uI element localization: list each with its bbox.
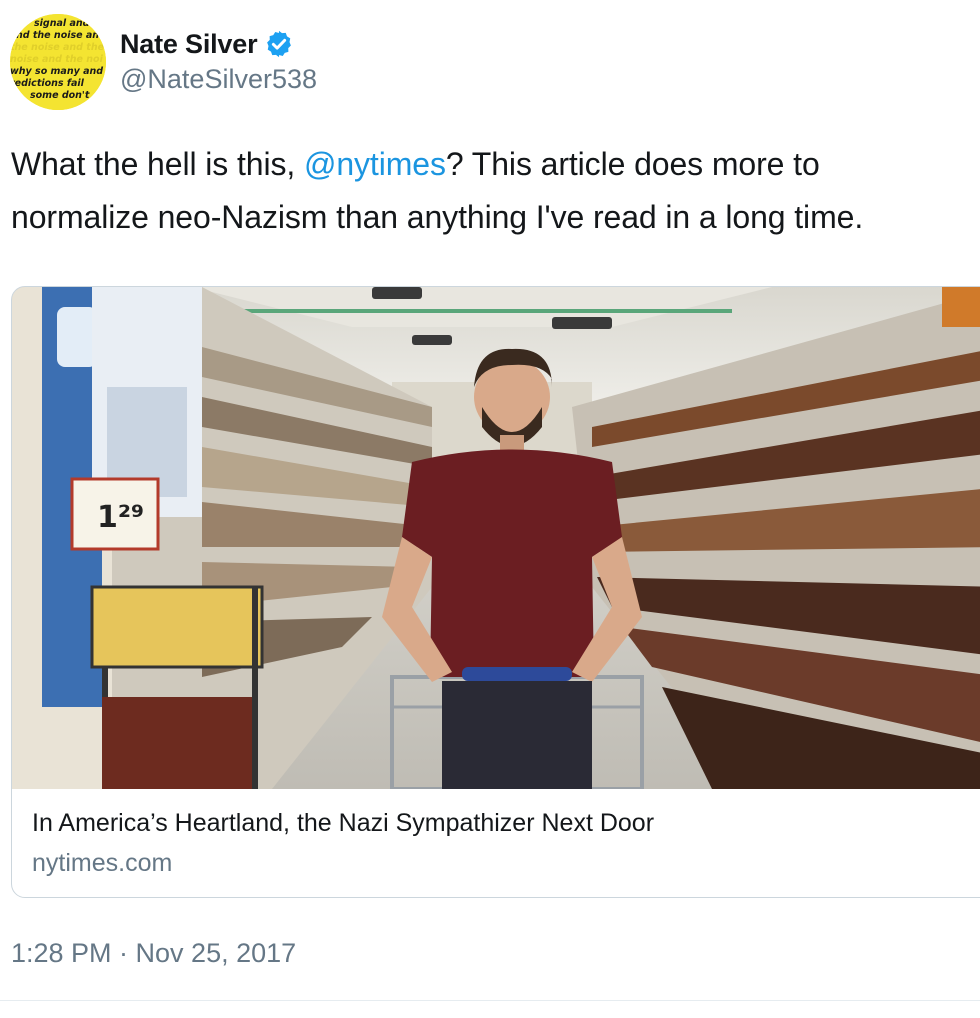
avatar-text-line: nd the noise and xyxy=(16,30,106,41)
avatar-text-line: some don't xyxy=(30,90,90,101)
price-tag: 1²⁹ xyxy=(97,500,144,535)
avatar-text-line: signal and xyxy=(34,18,90,29)
verified-badge-icon xyxy=(264,29,294,59)
name-row: Nate Silver xyxy=(120,26,294,62)
link-card[interactable]: 1²⁹ In America’s Heartland, the Nazi Sym… xyxy=(11,286,980,898)
card-title[interactable]: In America’s Heartland, the Nazi Sympath… xyxy=(32,809,654,838)
tweet-timestamp[interactable]: 1:28 PM · Nov 25, 2017 xyxy=(11,938,296,969)
avatar-text-line: noise and the noi xyxy=(10,54,104,65)
divider xyxy=(0,1000,980,1001)
user-handle[interactable]: @NateSilver538 xyxy=(120,64,317,95)
avatar-image: signal and nd the noise and the noise an… xyxy=(10,14,106,110)
tweet-header: signal and nd the noise and the noise an… xyxy=(0,0,980,120)
avatar-text-line: redictions fail xyxy=(10,78,85,89)
display-name[interactable]: Nate Silver xyxy=(120,29,258,60)
avatar-text-line: why so many and xyxy=(10,66,103,77)
card-domain: nytimes.com xyxy=(32,849,173,877)
avatar[interactable]: signal and nd the noise and the noise an… xyxy=(10,14,106,110)
avatar-text-line: the noise and the xyxy=(10,42,105,53)
mention-link[interactable]: @nytimes xyxy=(304,146,446,182)
card-image[interactable]: 1²⁹ xyxy=(12,287,980,789)
tweet-text: What the hell is this, @nytimes? This ar… xyxy=(11,138,961,244)
tweet-text-start: What the hell is this, xyxy=(11,146,304,182)
